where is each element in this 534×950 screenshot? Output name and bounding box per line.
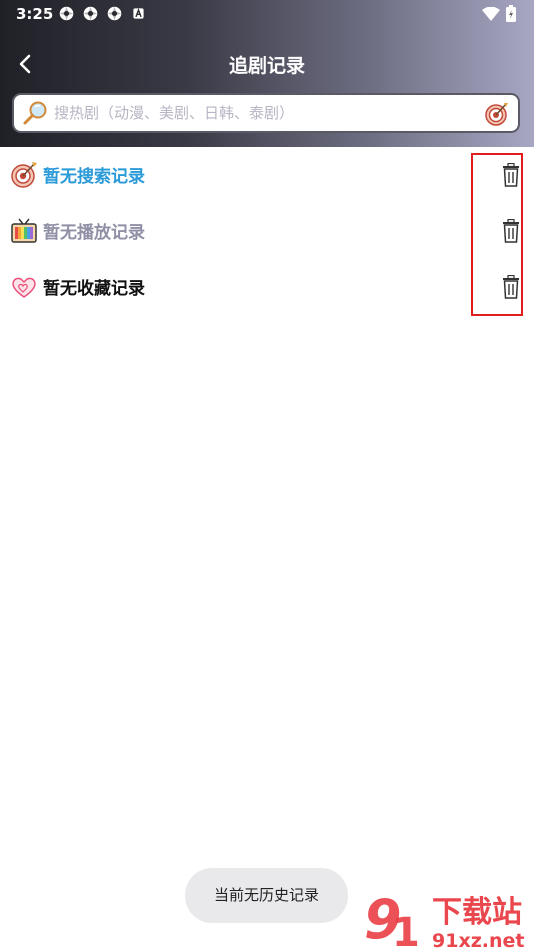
list-item-label: 暂无搜索记录 [43,167,145,187]
list-item-label: 暂无播放记录 [43,223,145,243]
search-input[interactable] [54,95,474,131]
settings-icon [107,6,122,21]
target-icon[interactable] [484,101,510,127]
heart-icon [12,277,36,298]
status-right-icons [482,5,516,22]
list-item-play-history[interactable]: 暂无播放记录 [0,203,534,259]
highlight-box [471,153,523,316]
status-time: 3:25 [16,5,54,23]
a-icon [133,8,144,19]
status-left-icons [58,5,147,22]
svg-text:1: 1 [392,910,420,950]
list-item-favorite-history[interactable]: 暂无收藏记录 [0,259,534,315]
settings-icon [59,6,74,21]
header-bar: 3:25 追剧记录 [0,0,534,147]
toast-message: 当前无历史记录 [185,868,348,923]
wifi-icon [482,6,500,21]
tv-icon [11,218,37,243]
magnifier-icon [23,101,47,125]
list-item-search-history[interactable]: 暂无搜索记录 [0,147,534,203]
title-row: 追剧记录 [0,44,534,84]
svg-text:下载站: 下载站 [432,895,522,930]
target-icon [11,162,37,188]
svg-text:91xz.net: 91xz.net [432,930,524,950]
battery-icon [506,5,516,22]
list-item-label: 暂无收藏记录 [43,279,145,299]
watermark-logo: 9 1 下载站 91xz.net [364,888,524,950]
settings-icon [83,6,98,21]
page-title: 追剧记录 [228,55,305,77]
search-bar[interactable] [12,93,520,133]
